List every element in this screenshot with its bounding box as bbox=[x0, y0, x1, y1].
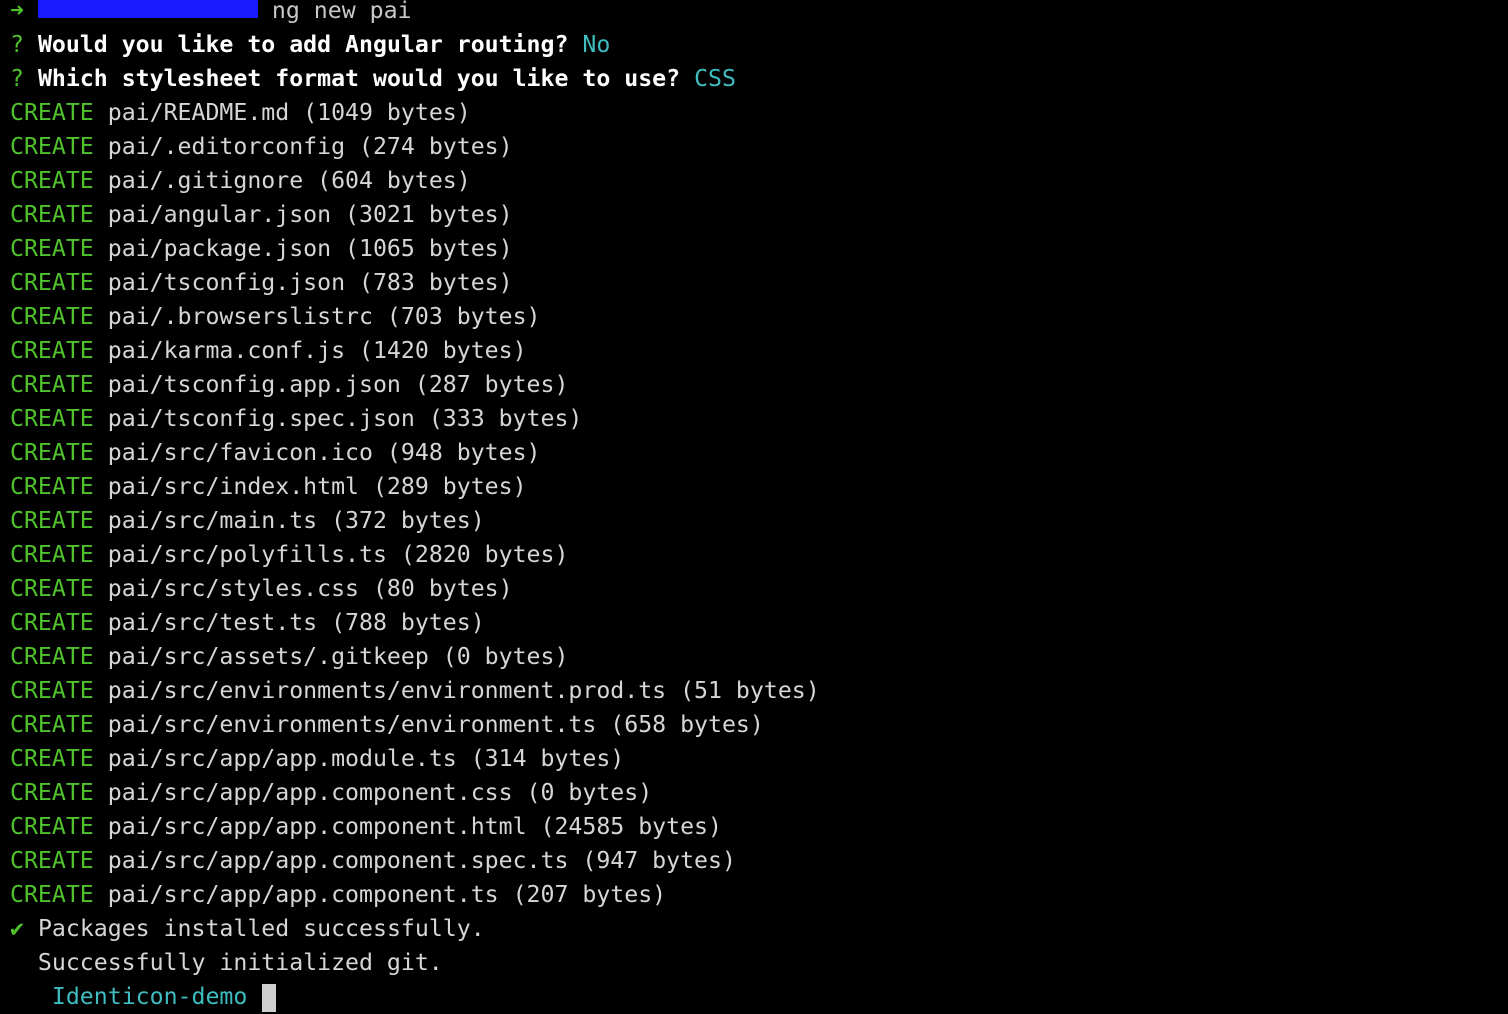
file-create-line: CREATE pai/src/environments/environment.… bbox=[10, 708, 820, 742]
file-entry: pai/.editorconfig (274 bytes) bbox=[107, 133, 513, 160]
file-create-line: CREATE pai/src/app/app.component.css (0 … bbox=[10, 776, 820, 810]
create-label: CREATE bbox=[10, 541, 94, 568]
file-entry: pai/src/styles.css (80 bytes) bbox=[107, 575, 513, 602]
file-create-line: CREATE pai/.editorconfig (274 bytes) bbox=[10, 130, 820, 164]
created-files-list: CREATE pai/README.md (1049 bytes) CREATE … bbox=[10, 96, 820, 912]
file-create-line: CREATE pai/src/app/app.component.spec.ts… bbox=[10, 844, 820, 878]
redacted-directory bbox=[37, 0, 258, 18]
file-entry: pai/src/test.ts (788 bytes) bbox=[107, 609, 485, 636]
file-create-line: CREATE pai/src/polyfills.ts (2820 bytes) bbox=[10, 538, 820, 572]
question-line: ? Which stylesheet format would you like… bbox=[10, 62, 820, 96]
question-answer: CSS bbox=[694, 65, 736, 92]
file-entry: pai/src/index.html (289 bytes) bbox=[107, 473, 527, 500]
file-entry: pai/src/environments/environment.ts (658… bbox=[107, 711, 764, 738]
file-create-line: CREATE pai/package.json (1065 bytes) bbox=[10, 232, 820, 266]
file-entry: pai/src/app/app.component.html (24585 by… bbox=[107, 813, 722, 840]
file-create-line: CREATE pai/src/styles.css (80 bytes) bbox=[10, 572, 820, 606]
command-text: ng new pai bbox=[271, 0, 412, 24]
file-entry: pai/.browserslistrc (703 bytes) bbox=[107, 303, 541, 330]
create-label: CREATE bbox=[10, 371, 94, 398]
create-label: CREATE bbox=[10, 643, 94, 670]
file-entry: pai/src/favicon.ico (948 bytes) bbox=[107, 439, 541, 466]
question-text: Would you like to add Angular routing? bbox=[37, 31, 569, 58]
question-line: ? Would you like to add Angular routing?… bbox=[10, 28, 820, 62]
file-entry: pai/src/main.ts (372 bytes) bbox=[107, 507, 485, 534]
success-text: Packages installed successfully. bbox=[37, 915, 485, 942]
file-create-line: CREATE pai/src/favicon.ico (948 bytes) bbox=[10, 436, 820, 470]
create-label: CREATE bbox=[10, 813, 94, 840]
checkmark-icon: ✔ bbox=[10, 915, 24, 942]
file-create-line: CREATE pai/src/app/app.component.ts (207… bbox=[10, 878, 820, 912]
create-label: CREATE bbox=[10, 133, 94, 160]
success-line: ✔ Packages installed successfully. bbox=[10, 912, 820, 946]
create-label: CREATE bbox=[10, 575, 94, 602]
question-mark-icon: ? bbox=[10, 31, 24, 58]
file-entry: pai/README.md (1049 bytes) bbox=[107, 99, 471, 126]
next-prompt-line[interactable]: Identicon-demo bbox=[10, 980, 820, 1014]
file-entry: pai/src/app/app.component.ts (207 bytes) bbox=[107, 881, 667, 908]
create-label: CREATE bbox=[10, 473, 94, 500]
create-label: CREATE bbox=[10, 337, 94, 364]
file-create-line: CREATE pai/tsconfig.json (783 bytes) bbox=[10, 266, 820, 300]
file-entry: pai/src/app/app.module.ts (314 bytes) bbox=[107, 745, 625, 772]
file-entry: pai/angular.json (3021 bytes) bbox=[107, 201, 513, 228]
create-label: CREATE bbox=[10, 745, 94, 772]
create-label: CREATE bbox=[10, 677, 94, 704]
create-label: CREATE bbox=[10, 201, 94, 228]
file-create-line: CREATE pai/README.md (1049 bytes) bbox=[10, 96, 820, 130]
create-label: CREATE bbox=[10, 235, 94, 262]
file-create-line: CREATE pai/tsconfig.spec.json (333 bytes… bbox=[10, 402, 820, 436]
create-label: CREATE bbox=[10, 609, 94, 636]
command-line: ➜ ng new pai bbox=[10, 0, 820, 28]
file-entry: pai/src/assets/.gitkeep (0 bytes) bbox=[107, 643, 569, 670]
prompt-directory: Identicon-demo bbox=[51, 983, 248, 1010]
terminal-output: ➜ ng new pai ? Would you like to add Ang… bbox=[10, 0, 820, 1014]
create-label: CREATE bbox=[10, 405, 94, 432]
file-entry: pai/tsconfig.json (783 bytes) bbox=[107, 269, 513, 296]
question-answer: No bbox=[582, 31, 611, 58]
file-create-line: CREATE pai/src/test.ts (788 bytes) bbox=[10, 606, 820, 640]
file-create-line: CREATE pai/angular.json (3021 bytes) bbox=[10, 198, 820, 232]
file-entry: pai/src/environments/environment.prod.ts… bbox=[107, 677, 820, 704]
file-entry: pai/package.json (1065 bytes) bbox=[107, 235, 513, 262]
file-create-line: CREATE pai/src/main.ts (372 bytes) bbox=[10, 504, 820, 538]
create-label: CREATE bbox=[10, 507, 94, 534]
prompt-arrow-icon: ➜ bbox=[10, 0, 24, 24]
file-entry: pai/src/app/app.component.css (0 bytes) bbox=[107, 779, 653, 806]
file-create-line: CREATE pai/src/app/app.component.html (2… bbox=[10, 810, 820, 844]
file-entry: pai/.gitignore (604 bytes) bbox=[107, 167, 471, 194]
file-create-line: CREATE pai/src/index.html (289 bytes) bbox=[10, 470, 820, 504]
question-text: Which stylesheet format would you like t… bbox=[37, 65, 681, 92]
file-create-line: CREATE pai/karma.conf.js (1420 bytes) bbox=[10, 334, 820, 368]
create-label: CREATE bbox=[10, 303, 94, 330]
question-mark-icon: ? bbox=[10, 65, 24, 92]
file-entry: pai/src/app/app.component.spec.ts (947 b… bbox=[107, 847, 736, 874]
file-entry: pai/tsconfig.app.json (287 bytes) bbox=[107, 371, 569, 398]
terminal-cursor bbox=[261, 983, 276, 1012]
file-entry: pai/src/polyfills.ts (2820 bytes) bbox=[107, 541, 569, 568]
create-label: CREATE bbox=[10, 439, 94, 466]
file-create-line: CREATE pai/tsconfig.app.json (287 bytes) bbox=[10, 368, 820, 402]
create-label: CREATE bbox=[10, 847, 94, 874]
create-label: CREATE bbox=[10, 779, 94, 806]
file-create-line: CREATE pai/src/app/app.module.ts (314 by… bbox=[10, 742, 820, 776]
file-entry: pai/tsconfig.spec.json (333 bytes) bbox=[107, 405, 583, 432]
file-entry: pai/karma.conf.js (1420 bytes) bbox=[107, 337, 527, 364]
file-create-line: CREATE pai/.gitignore (604 bytes) bbox=[10, 164, 820, 198]
file-create-line: CREATE pai/.browserslistrc (703 bytes) bbox=[10, 300, 820, 334]
create-label: CREATE bbox=[10, 167, 94, 194]
create-label: CREATE bbox=[10, 881, 94, 908]
create-label: CREATE bbox=[10, 711, 94, 738]
create-label: CREATE bbox=[10, 99, 94, 126]
create-label: CREATE bbox=[10, 269, 94, 296]
git-line: Successfully initialized git. bbox=[10, 949, 443, 976]
file-create-line: CREATE pai/src/environments/environment.… bbox=[10, 674, 820, 708]
file-create-line: CREATE pai/src/assets/.gitkeep (0 bytes) bbox=[10, 640, 820, 674]
